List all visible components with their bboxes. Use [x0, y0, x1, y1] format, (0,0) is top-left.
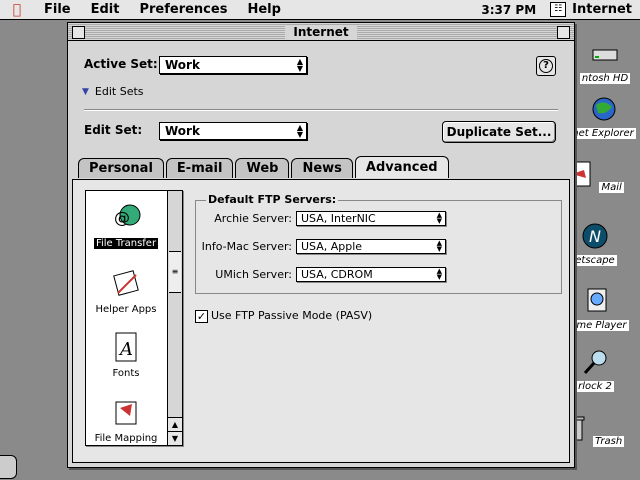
desktop-icon-label: ntosh HD	[579, 73, 631, 84]
active-set-row: Active Set:	[84, 57, 158, 71]
desktop-icon-label: net Explorer	[570, 128, 636, 139]
desktop-icon-label: etscape	[573, 255, 617, 266]
archie-server-label: Archie Server:	[214, 212, 292, 225]
internet-window: Internet Active Set: Work ▲ ▼ ? ▼ Edit Se…	[67, 22, 575, 468]
zoom-box[interactable]	[557, 26, 570, 39]
tab-email[interactable]: E-mail	[165, 158, 234, 178]
tab-bar: Personal E-mail Web News Advanced	[78, 156, 451, 178]
popup-arrows-icon: ▲ ▼	[436, 211, 442, 225]
internet-app-icon: ☷	[550, 2, 567, 17]
desktop-icon-internet-explorer[interactable]: net Explorer	[568, 95, 638, 139]
scroll-up-arrow-icon[interactable]: ▲	[168, 417, 182, 431]
menu-file[interactable]: File	[34, 2, 81, 17]
archie-server-value: USA, InterNIC	[301, 212, 376, 225]
duplicate-set-button[interactable]: Duplicate Set...	[442, 121, 556, 143]
archie-server-popup[interactable]: USA, InterNIC ▲ ▼	[296, 211, 446, 226]
passive-mode-checkbox[interactable]: ✓	[195, 310, 208, 323]
active-set-value: Work	[165, 58, 200, 72]
desktop-icon-label: Trash	[593, 436, 625, 447]
menubar:  File Edit Preferences Help 3:37 PM ☷ I…	[0, 0, 640, 20]
list-item-label: File Transfer	[93, 238, 159, 249]
apple-icon[interactable]: 	[0, 2, 34, 18]
popup-arrows-icon: ▲ ▼	[296, 123, 303, 139]
fonts-icon: A	[115, 332, 137, 362]
application-menu[interactable]: ☷ Internet	[550, 2, 640, 17]
tab-news[interactable]: News	[291, 158, 353, 178]
info-mac-server-label: Info-Mac Server:	[201, 240, 292, 253]
tab-web[interactable]: Web	[235, 158, 290, 178]
popup-arrows-icon: ▲ ▼	[436, 267, 442, 281]
edit-sets-label: Edit Sets	[94, 85, 144, 98]
menu-preferences[interactable]: Preferences	[129, 2, 237, 17]
netscape-icon: N	[582, 223, 608, 249]
close-box[interactable]	[72, 26, 85, 39]
list-item-label: File Mapping	[94, 433, 158, 444]
list-item-helper-apps[interactable]: Helper Apps	[86, 267, 166, 315]
sherlock-icon	[583, 350, 607, 375]
svg-text:A: A	[118, 339, 133, 360]
passive-mode-label[interactable]: Use FTP Passive Mode (PASV)	[211, 309, 372, 322]
advanced-category-list[interactable]: @ File Transfer Helper Apps A Fonts File…	[85, 190, 183, 446]
group-title: Default FTP Servers:	[206, 193, 339, 206]
menubar-clock[interactable]: 3:37 PM	[481, 3, 550, 17]
list-item-file-transfer[interactable]: @ File Transfer	[86, 201, 166, 249]
disclosure-triangle-icon: ▼	[82, 86, 89, 97]
menu-edit[interactable]: Edit	[81, 2, 130, 17]
list-item-label: Fonts	[112, 368, 140, 379]
default-ftp-servers-group: Default FTP Servers: Archie Server: USA,…	[195, 193, 562, 294]
window-title: Internet	[285, 24, 357, 39]
collapsed-drawer-tab[interactable]	[0, 455, 17, 479]
scroll-down-arrow-icon[interactable]: ▼	[168, 431, 182, 445]
quicktime-icon	[587, 288, 607, 312]
desktop-icon-hard-disk[interactable]: ntosh HD	[570, 40, 640, 84]
active-set-popup[interactable]: Work ▲ ▼	[159, 56, 307, 74]
umich-server-value: USA, CDROM	[301, 268, 373, 281]
desktop-icon-label: Mail	[599, 182, 624, 193]
list-item-file-mapping[interactable]: File Mapping	[86, 396, 166, 444]
list-item-fonts[interactable]: A Fonts	[86, 331, 166, 379]
help-icon: ?	[539, 59, 553, 73]
separator	[84, 109, 558, 111]
menu-help[interactable]: Help	[237, 2, 290, 17]
info-mac-server-popup[interactable]: USA, Apple ▲ ▼	[296, 239, 446, 254]
popup-arrows-icon: ▲ ▼	[436, 239, 442, 253]
svg-text:@: @	[114, 208, 130, 227]
info-mac-server-value: USA, Apple	[301, 240, 363, 253]
tab-personal[interactable]: Personal	[78, 158, 164, 178]
help-button[interactable]: ?	[536, 56, 556, 76]
edit-set-popup[interactable]: Work ▲ ▼	[159, 122, 307, 140]
helper-apps-icon	[113, 270, 139, 296]
active-set-label: Active Set:	[84, 57, 158, 71]
application-name: Internet	[572, 2, 632, 17]
popup-arrows-icon: ▲ ▼	[296, 57, 303, 73]
umich-server-label: UMich Server:	[215, 268, 292, 281]
advanced-tab-panel: @ File Transfer Helper Apps A Fonts File…	[72, 179, 570, 463]
edit-sets-disclosure[interactable]: ▼ Edit Sets	[82, 85, 144, 98]
list-scrollbar[interactable]: ≡ ▲ ▼	[167, 191, 182, 445]
tab-advanced[interactable]: Advanced	[354, 156, 449, 178]
window-titlebar[interactable]: Internet	[68, 23, 574, 41]
umich-server-popup[interactable]: USA, CDROM ▲ ▼	[296, 267, 446, 282]
desktop-icon-label: rlock 2	[576, 381, 614, 392]
edit-set-row: Edit Set:	[84, 123, 142, 137]
edit-set-label: Edit Set:	[84, 123, 143, 137]
scroll-thumb[interactable]: ≡	[169, 251, 181, 293]
svg-text:N: N	[589, 227, 601, 246]
file-transfer-icon: @	[114, 204, 141, 227]
list-item-label: Helper Apps	[95, 304, 157, 315]
file-mapping-icon	[115, 401, 137, 425]
hard-disk-icon	[592, 49, 618, 61]
internet-explorer-icon	[592, 97, 616, 121]
edit-set-value: Work	[165, 124, 200, 138]
